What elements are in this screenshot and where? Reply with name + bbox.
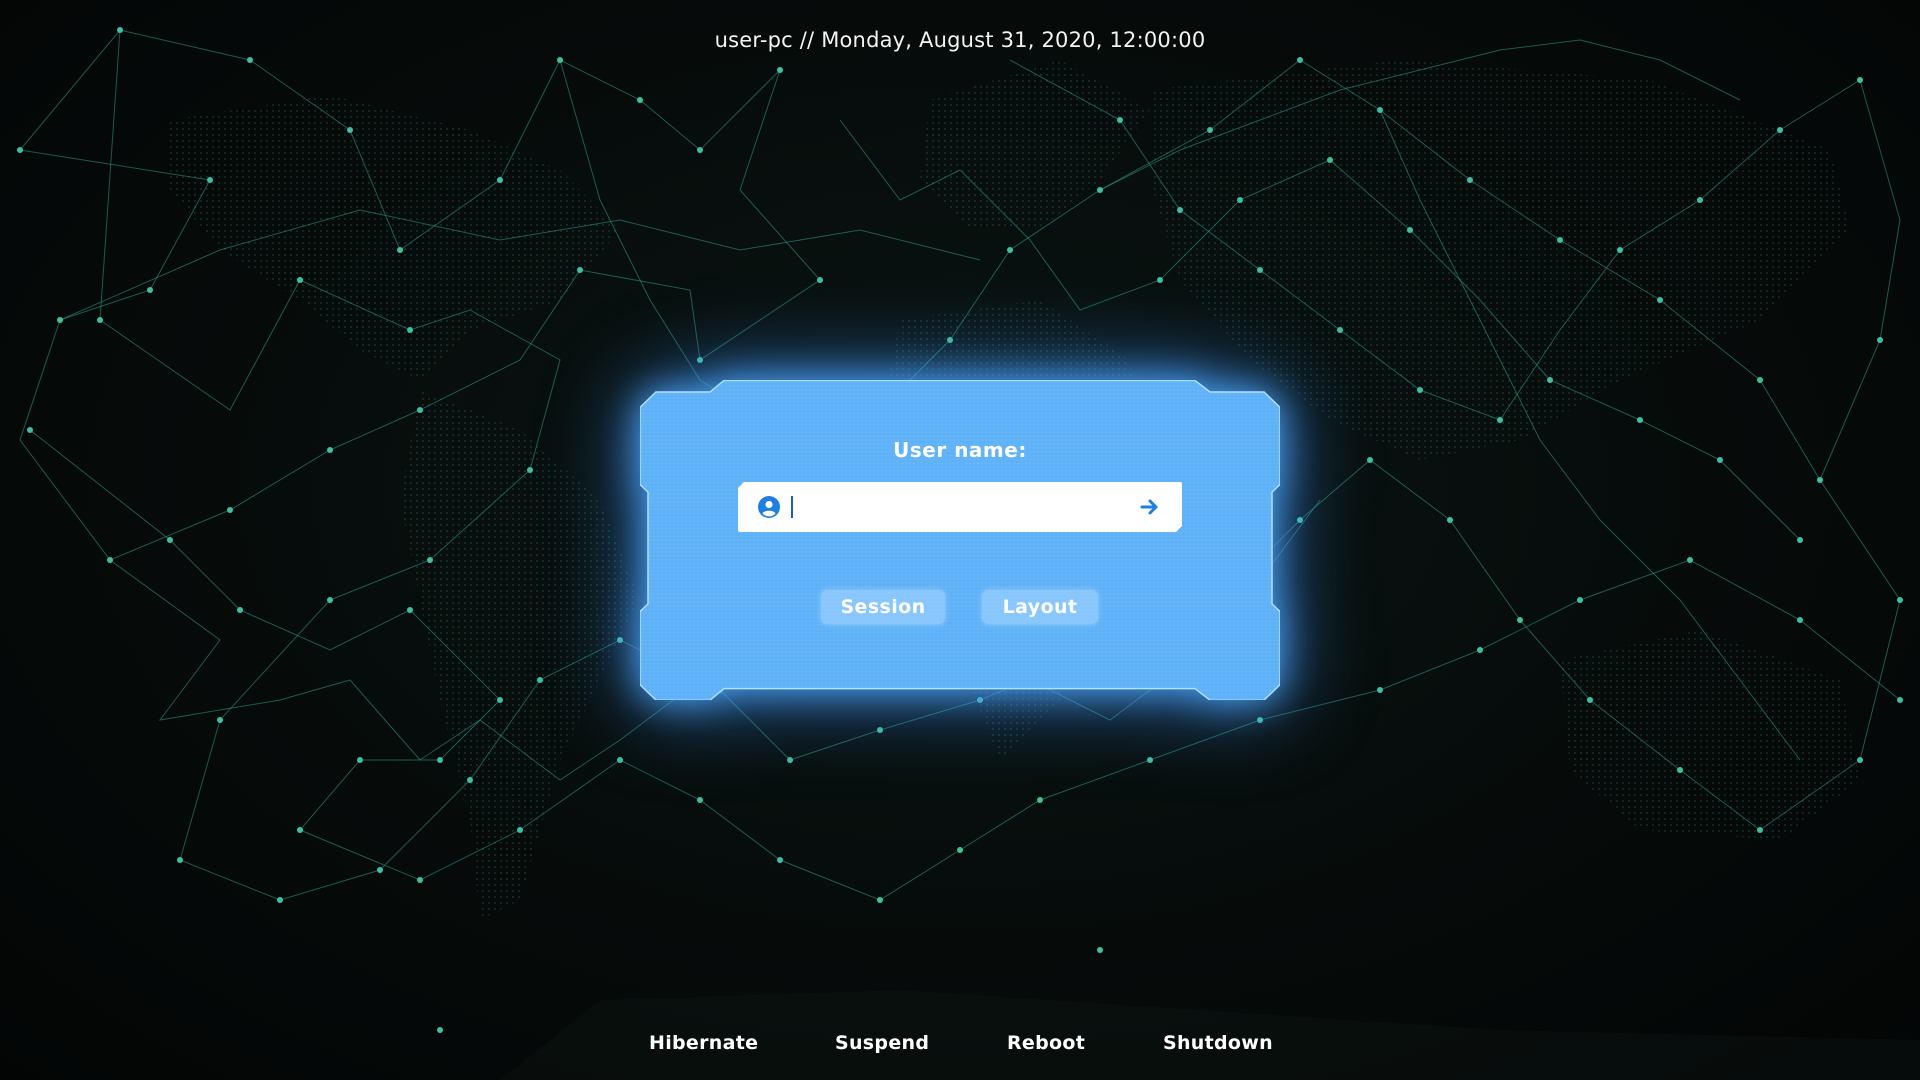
layout-button[interactable]: Layout	[982, 590, 1098, 624]
login-screen: user-pc // Monday, August 31, 2020, 12:0…	[0, 0, 1920, 1080]
username-input[interactable]	[790, 492, 1120, 522]
login-panel-content: User name: Session Layout	[640, 380, 1280, 700]
power-options-bar: Hibernate Suspend Reboot Shutdown	[0, 1032, 1920, 1062]
text-cursor	[791, 496, 793, 518]
username-label: User name:	[893, 438, 1027, 462]
user-circle-icon	[758, 496, 780, 518]
username-field[interactable]	[738, 482, 1182, 532]
hostname-datetime-header: user-pc // Monday, August 31, 2020, 12:0…	[714, 28, 1206, 52]
reboot-button[interactable]: Reboot	[1007, 1032, 1085, 1054]
hibernate-button[interactable]: Hibernate	[649, 1032, 758, 1054]
shutdown-button[interactable]: Shutdown	[1163, 1032, 1273, 1054]
session-button[interactable]: Session	[821, 590, 945, 624]
arrow-right-icon[interactable]	[1138, 495, 1162, 519]
login-panel: User name: Session Layout	[640, 380, 1280, 700]
suspend-button[interactable]: Suspend	[835, 1032, 929, 1054]
